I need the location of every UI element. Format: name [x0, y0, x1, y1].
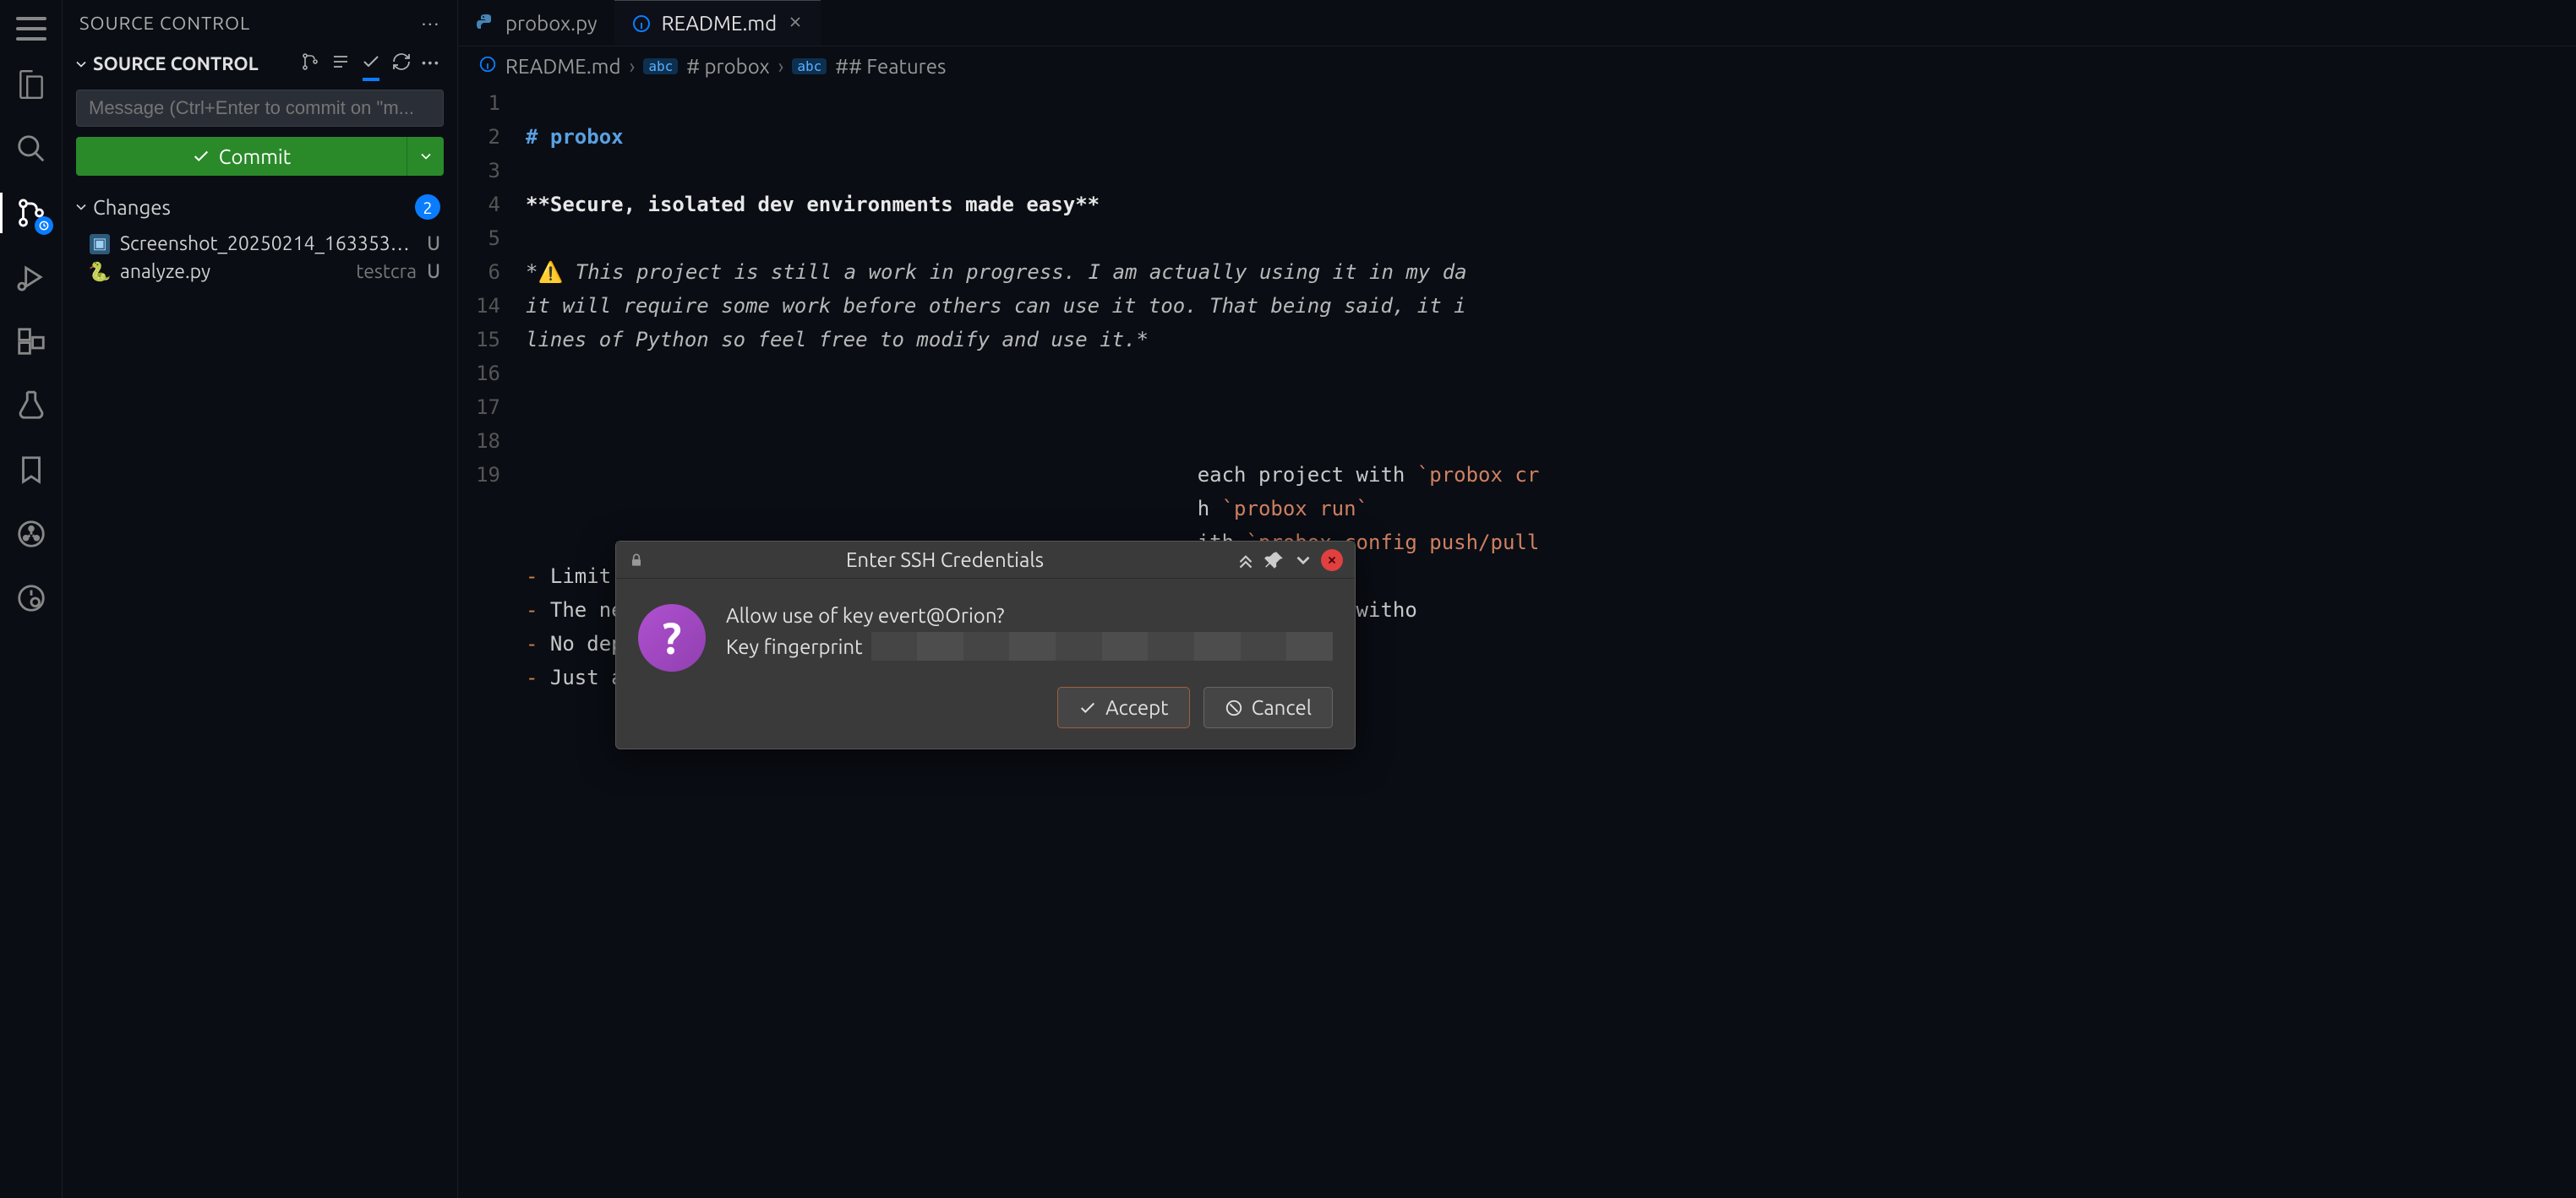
scm-section-title: SOURCE CONTROL [93, 53, 259, 74]
git-lens-tab[interactable] [11, 578, 52, 618]
accept-label: Accept [1105, 696, 1168, 719]
changes-label: Changes [93, 196, 171, 219]
breadcrumb-sep: › [630, 55, 636, 78]
file-status: U [427, 233, 440, 254]
file-name: analyze.py [120, 261, 349, 282]
dialog-titlebar[interactable]: Enter SSH Credentials [616, 542, 1355, 579]
tab-bar: probox.py README.md [458, 0, 2576, 46]
sidebar: SOURCE CONTROL ··· SOURCE CONTROL ··· Co… [63, 0, 458, 1198]
breadcrumb-sep: › [778, 55, 784, 78]
commit-check-icon[interactable] [361, 52, 381, 76]
sidebar-header: SOURCE CONTROL ··· [63, 0, 457, 46]
code-line [526, 390, 2576, 424]
line-number: 16 [458, 357, 500, 390]
commit-message-input[interactable] [76, 90, 444, 127]
abc-badge-icon: abc [792, 58, 827, 74]
extensions-tab[interactable] [11, 321, 52, 362]
info-icon [631, 14, 652, 34]
change-item[interactable]: ▣ Screenshot_20250214_163353_One... U [63, 230, 457, 258]
chevron-down-icon[interactable] [1292, 549, 1314, 571]
chevron-down-icon [73, 199, 90, 215]
activity-bar [0, 0, 63, 1198]
tab-label: probox.py [505, 12, 598, 35]
code-line: h `probox run` [526, 492, 2576, 525]
ssh-credentials-dialog: Enter SSH Credentials ? Allow use of key… [615, 541, 1356, 749]
code-line: # probox [526, 120, 2576, 154]
commit-button[interactable]: Commit [76, 137, 407, 176]
line-number: 14 [458, 289, 500, 323]
fingerprint-label: Key fingerprint [726, 635, 863, 658]
code-line [526, 424, 2576, 458]
code-line: it will require some work before others … [526, 289, 2576, 323]
code-line: *⚠️ This project is still a work in prog… [526, 255, 2576, 289]
change-item[interactable]: 🐍 analyze.py testcra U [63, 258, 457, 286]
editor-tab[interactable]: probox.py [458, 0, 614, 46]
line-number: 17 [458, 390, 500, 424]
chevron-down-icon [73, 56, 90, 73]
scm-list-icon[interactable] [330, 52, 351, 76]
code-line [526, 154, 2576, 188]
scm-more-icon[interactable]: ··· [422, 52, 440, 76]
line-number: 19 [458, 458, 500, 492]
file-path: testcra [356, 261, 417, 282]
pin-icon[interactable] [1263, 549, 1285, 571]
breadcrumb-file: README.md [505, 55, 621, 78]
dialog-question: Allow use of key evert@Orion? [726, 604, 1333, 627]
file-status: U [427, 261, 440, 282]
commit-button-label: Commit [219, 145, 291, 168]
close-icon[interactable] [1321, 549, 1343, 571]
line-number: 5 [458, 221, 500, 255]
breadcrumb-seg1: # probox [686, 55, 769, 78]
explorer-tab[interactable] [11, 64, 52, 105]
bookmarks-tab[interactable] [11, 449, 52, 490]
line-number: 2 [458, 120, 500, 154]
dialog-title: Enter SSH Credentials [655, 548, 1235, 571]
breadcrumb-seg2: ## Features [835, 55, 946, 78]
code-line: lines of Python so feel free to modify a… [526, 323, 2576, 357]
python-file-icon: 🐍 [90, 262, 110, 282]
code-line [526, 357, 2576, 390]
code-line [526, 221, 2576, 255]
file-name: Screenshot_20250214_163353_One... [120, 233, 417, 254]
breadcrumb[interactable]: README.md › abc # probox › abc ## Featur… [458, 46, 2576, 86]
line-number: 18 [458, 424, 500, 458]
changes-count-badge: 2 [415, 194, 440, 220]
source-control-tab[interactable] [11, 193, 52, 233]
cancel-label: Cancel [1252, 696, 1312, 719]
question-icon: ? [638, 604, 706, 672]
testing-tab[interactable] [11, 385, 52, 426]
line-number: 15 [458, 323, 500, 357]
accept-button[interactable]: Accept [1057, 687, 1189, 728]
git-graph-tab[interactable] [11, 514, 52, 554]
line-number: 4 [458, 188, 500, 221]
more-icon[interactable]: ··· [422, 13, 440, 34]
info-icon [478, 55, 497, 78]
image-file-icon: ▣ [90, 234, 110, 254]
debug-tab[interactable] [11, 257, 52, 297]
code-line [526, 86, 2576, 120]
scm-section-header[interactable]: SOURCE CONTROL ··· [63, 46, 457, 81]
tab-label: README.md [662, 12, 778, 35]
line-number: 3 [458, 154, 500, 188]
cancel-button[interactable]: Cancel [1203, 687, 1333, 728]
line-number: 6 [458, 255, 500, 289]
sidebar-title: SOURCE CONTROL [79, 13, 422, 34]
code-line: each project with `probox cr [526, 458, 2576, 492]
fingerprint-value [871, 632, 1333, 661]
commit-dropdown[interactable] [407, 137, 444, 176]
search-tab[interactable] [11, 128, 52, 169]
menu-icon[interactable] [16, 17, 46, 41]
scm-tree-icon[interactable] [300, 52, 320, 76]
abc-badge-icon: abc [643, 58, 678, 74]
changes-header[interactable]: Changes 2 [63, 184, 457, 230]
collapse-up-icon[interactable] [1235, 549, 1257, 571]
python-icon [475, 13, 495, 33]
lock-icon [628, 552, 645, 569]
line-number: 1 [458, 86, 500, 120]
scm-sync-badge [35, 216, 53, 235]
code-line: **Secure, isolated dev environments made… [526, 188, 2576, 221]
refresh-icon[interactable] [391, 52, 412, 76]
editor-tab[interactable]: README.md [614, 0, 821, 46]
close-icon[interactable] [787, 12, 804, 35]
